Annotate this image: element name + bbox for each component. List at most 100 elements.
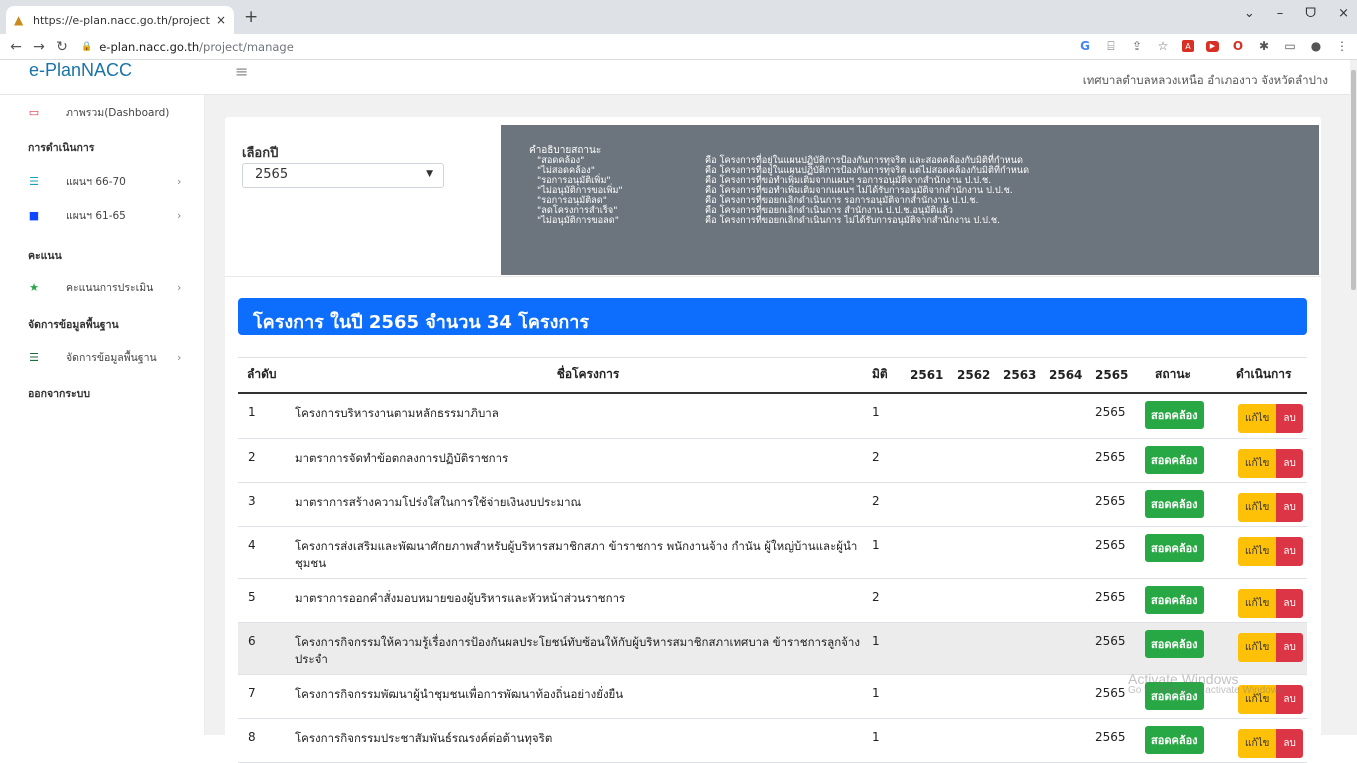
hamburger-menu-icon[interactable]: ≡: [235, 62, 248, 81]
reload-icon[interactable]: ↻: [55, 39, 69, 55]
column-header-dim[interactable]: มิติ: [872, 357, 910, 394]
new-tab-button[interactable]: +: [244, 9, 258, 26]
laptop-icon: ▭: [28, 105, 40, 119]
column-header-2563[interactable]: 2563: [1003, 357, 1049, 394]
cell-2564: [1049, 438, 1095, 483]
divider: [225, 276, 1321, 277]
chevron-right-icon: ›: [177, 350, 182, 364]
table-row: 4 โครงการส่งเสริมและพัฒนาศักยภาพสำหรับผู้…: [238, 526, 1307, 579]
brand-logo[interactable]: e-PlanNACC: [29, 60, 132, 81]
sidebar-item-plan-61-65[interactable]: ■ แผนฯ 61-65 ›: [0, 205, 205, 225]
cell-dimension: 1: [872, 526, 910, 579]
edit-button[interactable]: แก้ไข: [1238, 729, 1277, 758]
cell-2561: [910, 674, 957, 719]
cell-2565: 2565: [1095, 482, 1141, 527]
cell-2564: [1049, 526, 1095, 579]
content-card: เลือกปี 2565 ▼ คำอธิบายสถานะ "สอดคล้อง" ค…: [225, 117, 1321, 763]
column-header-action: ดำเนินการ: [1226, 357, 1307, 394]
sidebar-item-plan-66-70[interactable]: ☰ แผนฯ 66-70 ›: [0, 171, 205, 191]
column-header-status[interactable]: สถานะ: [1141, 357, 1226, 394]
cell-2563: [1003, 578, 1049, 623]
browser-tab[interactable]: ▲ https://e-plan.nacc.go.th/project ×: [6, 6, 234, 34]
cell-2562: [957, 578, 1003, 623]
cell-no: 3: [238, 482, 295, 527]
scrollbar-thumb[interactable]: [1351, 70, 1356, 290]
extensions-puzzle-icon[interactable]: ✱: [1257, 38, 1271, 54]
edit-button[interactable]: แก้ไข: [1238, 449, 1277, 478]
sidebar-item-logout[interactable]: ออกจากระบบ: [28, 385, 90, 402]
tab-title: https://e-plan.nacc.go.th/project: [33, 13, 210, 27]
delete-button[interactable]: ลบ: [1276, 493, 1303, 522]
edit-button[interactable]: แก้ไข: [1238, 537, 1277, 566]
lock-icon: 🔒: [81, 42, 93, 52]
share-icon[interactable]: ⇪: [1130, 38, 1144, 54]
page-scrollbar[interactable]: [1350, 60, 1357, 735]
cell-project-name: มาตราการสร้างความโปร่งใสในการใช้จ่ายเงิน…: [295, 482, 872, 527]
column-header-no[interactable]: ลำดับ: [238, 357, 295, 394]
cell-2565: 2565: [1095, 526, 1141, 579]
column-header-name[interactable]: ชื่อโครงการ: [295, 357, 872, 394]
cell-2563: [1003, 718, 1049, 763]
url-path: /project/manage: [199, 40, 294, 54]
sidebar-item-score-eval[interactable]: ★ คะแนนการประเมิน ›: [0, 277, 205, 297]
cell-dimension: 1: [872, 392, 910, 439]
minimize-button[interactable]: –: [1277, 6, 1284, 21]
url-field[interactable]: 🔒 e-plan.nacc.go.th /project/manage: [81, 37, 1081, 57]
table-row: 5 มาตราการออกคำสั่งมอบหมายของผู้บริหารและ…: [238, 578, 1307, 623]
delete-button[interactable]: ลบ: [1276, 633, 1303, 662]
opera-extension-icon[interactable]: O: [1231, 38, 1245, 54]
cell-dimension: 1: [872, 674, 910, 719]
status-badge[interactable]: สอดคล้อง: [1145, 400, 1204, 429]
cell-dimension: 2: [872, 438, 910, 483]
youtube-extension-icon[interactable]: ▶: [1206, 40, 1219, 52]
pdf-extension-icon[interactable]: A: [1182, 40, 1194, 52]
close-tab-icon[interactable]: ×: [216, 13, 226, 27]
year-select-label: เลือกปี: [242, 146, 279, 161]
edit-button[interactable]: แก้ไข: [1238, 633, 1277, 662]
cell-actions: แก้ไข ลบ: [1226, 718, 1307, 763]
tab-search-icon[interactable]: ⌄: [1244, 6, 1255, 21]
column-header-2565[interactable]: 2565: [1095, 357, 1141, 394]
google-icon[interactable]: G: [1078, 38, 1092, 54]
status-badge[interactable]: สอดคล้อง: [1145, 586, 1204, 614]
delete-button[interactable]: ลบ: [1276, 403, 1303, 433]
status-badge[interactable]: สอดคล้อง: [1145, 490, 1204, 518]
status-badge[interactable]: สอดคล้อง: [1145, 534, 1204, 562]
cell-project-name: โครงการกิจกรรมพัฒนาผู้นำชุมชนเพื่อการพัฒ…: [295, 674, 872, 719]
cell-no: 6: [238, 622, 295, 675]
status-badge[interactable]: สอดคล้อง: [1145, 630, 1204, 658]
chevron-right-icon: ›: [177, 280, 182, 294]
cell-2562: [957, 526, 1003, 579]
table-row: 2 มาตราการจัดทำข้อตกลงการปฏิบัติราชการ 2 25…: [238, 438, 1307, 483]
profile-avatar-icon[interactable]: ●: [1309, 38, 1323, 54]
browser-menu-icon[interactable]: ⋮: [1335, 38, 1349, 54]
column-header-2561[interactable]: 2561: [910, 357, 957, 394]
maximize-button[interactable]: ᗜ: [1305, 6, 1316, 21]
delete-button[interactable]: ลบ: [1276, 449, 1303, 478]
edit-button[interactable]: แก้ไข: [1238, 589, 1277, 618]
sidebar-item-dashboard[interactable]: ▭ ภาพรวม(Dashboard): [0, 102, 205, 122]
cell-2561: [910, 526, 957, 579]
bookmark-star-icon[interactable]: ☆: [1156, 38, 1170, 54]
column-header-2564[interactable]: 2564: [1049, 357, 1095, 394]
back-icon[interactable]: ←: [9, 39, 23, 55]
translate-icon[interactable]: ⌸: [1104, 38, 1118, 54]
column-header-2562[interactable]: 2562: [957, 357, 1003, 394]
edit-button[interactable]: แก้ไข: [1238, 493, 1277, 522]
side-panel-icon[interactable]: ▭: [1283, 38, 1297, 54]
cell-2562: [957, 482, 1003, 527]
delete-button[interactable]: ลบ: [1276, 537, 1303, 566]
status-badge[interactable]: สอดคล้อง: [1145, 726, 1204, 754]
close-window-button[interactable]: ×: [1338, 6, 1349, 21]
sidebar-item-base-manage[interactable]: ☰ จัดการข้อมูลพื้นฐาน ›: [0, 347, 205, 367]
year-select[interactable]: 2565 ▼: [242, 163, 444, 188]
delete-button[interactable]: ลบ: [1276, 589, 1303, 618]
forward-icon[interactable]: →: [32, 39, 46, 55]
status-badge[interactable]: สอดคล้อง: [1145, 446, 1204, 474]
delete-button[interactable]: ลบ: [1276, 729, 1303, 758]
edit-button[interactable]: แก้ไข: [1238, 403, 1277, 433]
cell-2563: [1003, 526, 1049, 579]
cell-2565: 2565: [1095, 622, 1141, 675]
site-favicon-icon: ▲: [14, 13, 24, 27]
cell-2565: 2565: [1095, 718, 1141, 763]
